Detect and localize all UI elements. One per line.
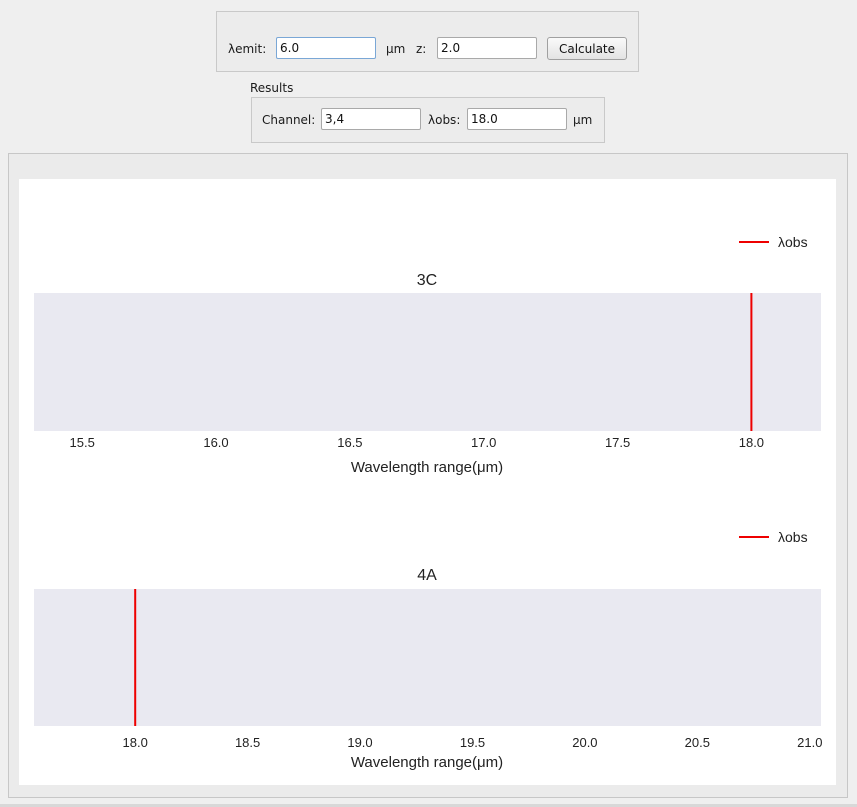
chart-title-4a: 4A xyxy=(417,567,437,584)
x-tick-label: 15.5 xyxy=(70,435,95,450)
x-tick-label: 21.0 xyxy=(797,735,822,750)
channel-label: Channel: xyxy=(262,113,316,127)
x-tick-label: 19.0 xyxy=(347,735,372,750)
x-tick-label: 19.5 xyxy=(460,735,485,750)
x-tick-label: 17.0 xyxy=(471,435,496,450)
lambda-obs-field[interactable] xyxy=(467,108,567,130)
x-axis-label-4a: Wavelength range(μm) xyxy=(351,754,503,771)
x-tick-label: 18.0 xyxy=(123,735,148,750)
z-input[interactable] xyxy=(437,37,537,59)
figure-canvas: λobs 3C 15.5 16.0 16.5 17.0 17.5 18.0 Wavelen… xyxy=(19,179,836,785)
legend-label-4a: λobs xyxy=(778,529,808,545)
x-tick-label: 17.5 xyxy=(605,435,630,450)
calculate-button[interactable]: Calculate xyxy=(547,37,627,60)
x-tick-label: 20.5 xyxy=(685,735,710,750)
channel-field[interactable] xyxy=(321,108,421,130)
x-tick-label: 18.5 xyxy=(235,735,260,750)
lambda-emit-unit-label: μm xyxy=(386,42,406,56)
legend-label-3c: λobs xyxy=(778,234,808,250)
x-tick-label: 20.0 xyxy=(572,735,597,750)
x-tick-label: 18.0 xyxy=(739,435,764,450)
lambda-obs-unit-label: μm xyxy=(573,113,593,127)
z-label: z: xyxy=(416,42,427,56)
lambda-emit-label: λemit: xyxy=(228,42,267,56)
x-tick-label: 16.0 xyxy=(203,435,228,450)
plot-area-4a xyxy=(34,589,821,726)
lambda-obs-label: λobs: xyxy=(428,113,461,127)
x-tick-label: 16.5 xyxy=(337,435,362,450)
chart-title-3c: 3C xyxy=(417,272,437,289)
lambda-emit-input[interactable] xyxy=(276,37,376,59)
plot-area-3c xyxy=(34,293,821,431)
x-axis-label-3c: Wavelength range(μm) xyxy=(351,459,503,476)
results-title: Results xyxy=(250,81,294,95)
